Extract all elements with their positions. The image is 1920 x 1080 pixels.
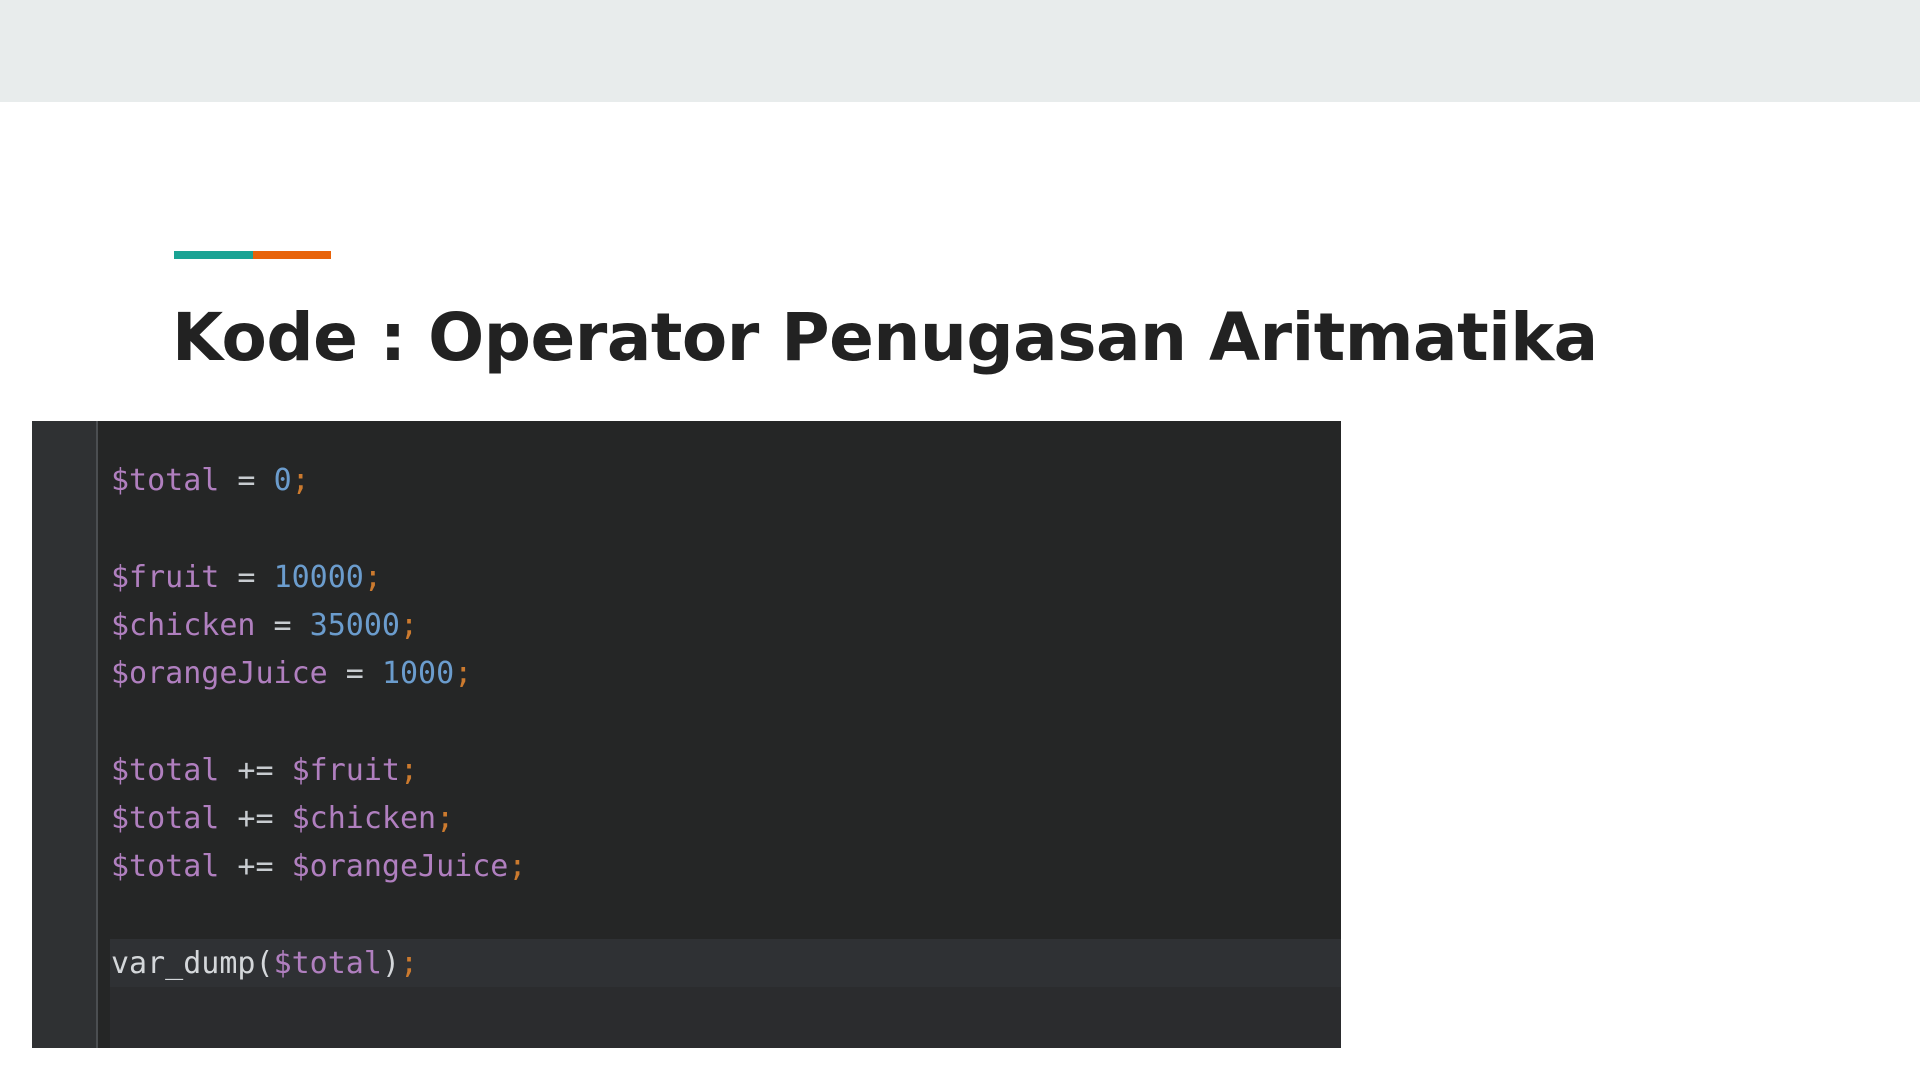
code-token: = [219, 463, 274, 498]
editor-empty-area [110, 987, 1341, 1048]
code-line: $total += $chicken; [111, 795, 454, 843]
code-token: $chicken [111, 607, 256, 643]
code-token: $chicken [291, 801, 437, 837]
code-token: 35000 [309, 607, 400, 643]
code-token: ; [454, 656, 473, 692]
code-token: $fruit [111, 559, 220, 595]
code-token: += [219, 849, 292, 885]
accent-bar-orange [253, 251, 331, 259]
code-token: ; [436, 801, 455, 837]
code-line: $fruit = 10000; [111, 554, 382, 602]
code-token: $total [111, 849, 220, 885]
code-token: ) [381, 946, 400, 981]
code-token: $fruit [291, 752, 400, 788]
code-line: $total = 0; [111, 457, 310, 505]
top-band [0, 0, 1920, 102]
code-token: += [219, 752, 292, 788]
code-token: ; [400, 752, 419, 788]
code-token: = [255, 607, 310, 643]
code-line: $total += $fruit; [111, 747, 418, 795]
code-token: ; [363, 559, 382, 595]
code-token: ; [400, 607, 419, 643]
code-line: var_dump($total); [111, 940, 418, 988]
code-editor: $total = 0; $fruit = 10000; $chicken = 350… [32, 421, 1341, 1048]
code-token: = [219, 559, 274, 595]
line-gutter [32, 421, 98, 1048]
code-token: += [219, 801, 292, 837]
code-token: 1000 [381, 656, 455, 692]
code-token: ; [400, 946, 419, 981]
code-token: = [327, 656, 382, 692]
code-token: ; [508, 849, 527, 885]
code-token: var_dump( [111, 946, 274, 981]
slide-title: Kode : Operator Penugasan Aritmatika [172, 299, 1598, 376]
code-token: $total [273, 946, 382, 981]
code-line: $orangeJuice = 1000; [111, 650, 472, 698]
accent-bar-teal [174, 251, 253, 259]
code-token: 10000 [273, 559, 364, 595]
code-token: $orangeJuice [111, 656, 328, 692]
code-token: $total [111, 801, 220, 837]
gutter-divider [96, 421, 98, 1048]
code-token: 0 [273, 463, 292, 498]
code-token: ; [291, 463, 310, 498]
code-token: $orangeJuice [291, 849, 509, 885]
code-token: $total [111, 752, 220, 788]
code-line: $chicken = 35000; [111, 602, 418, 650]
code-token: $total [111, 463, 220, 498]
code-line: $total += $orangeJuice; [111, 843, 526, 891]
